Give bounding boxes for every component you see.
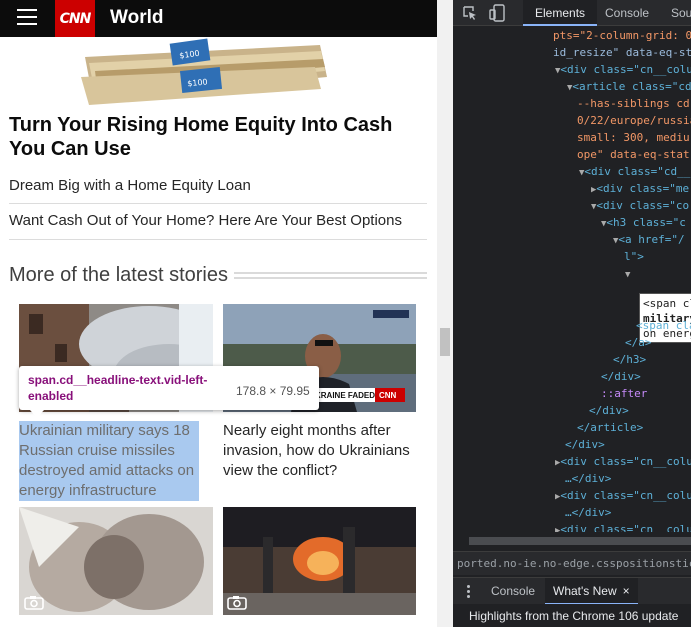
- camera-icon: [227, 596, 247, 610]
- dom-node-line[interactable]: pts="2-column-grid: 0: [553, 27, 691, 44]
- dom-node-line[interactable]: </article>: [577, 419, 643, 436]
- promo-headline[interactable]: Turn Your Rising Home Equity Into Cash Y…: [9, 113, 419, 161]
- story-thumbnail-gallery-2[interactable]: [223, 507, 416, 615]
- dom-node-line[interactable]: …</div>: [565, 470, 611, 487]
- latest-stories-heading: More of the latest stories: [9, 264, 228, 286]
- page-scrollbar-thumb[interactable]: [440, 328, 450, 356]
- dom-node-line[interactable]: …</div>: [565, 504, 611, 521]
- drawer-tab-whats-new-label: What's New: [553, 584, 617, 598]
- inspect-element-icon[interactable]: [462, 5, 478, 21]
- story-headline-eight-months[interactable]: Nearly eight months after invasion, how …: [223, 421, 413, 481]
- dom-breadcrumb[interactable]: ported.no-ie.no-edge.csspositionstickys: [453, 551, 691, 575]
- promo-link-cash-out[interactable]: Want Cash Out of Your Home? Here Are You…: [9, 211, 427, 231]
- close-icon[interactable]: ×: [623, 584, 630, 598]
- cnn-page: CNN World $100 $100 Turn Your Rising Hom…: [0, 0, 437, 627]
- devtools-panel: Elements Console Sou pts="2-column-grid:…: [453, 0, 691, 627]
- dom-node-line[interactable]: </div>: [601, 368, 641, 385]
- dom-node-line[interactable]: ::after: [601, 385, 647, 402]
- device-toolbar-icon[interactable]: [489, 4, 505, 22]
- dom-preview-line: <span cl: [643, 297, 691, 310]
- money-stack-image[interactable]: $100 $100: [75, 37, 335, 105]
- whats-new-highlight: Highlights from the Chrome 106 update: [469, 609, 679, 623]
- section-title[interactable]: World: [110, 7, 163, 29]
- tab-elements[interactable]: Elements: [523, 0, 598, 26]
- tooltip-arrow: [30, 410, 44, 418]
- svg-text:CNN: CNN: [379, 391, 397, 400]
- dom-node-line[interactable]: 0/22/europe/russia: [577, 112, 691, 129]
- dom-node-line[interactable]: id_resize" data-eq-st: [553, 44, 691, 61]
- camera-icon: [24, 596, 44, 610]
- dom-node-line[interactable]: </h3>: [613, 351, 646, 368]
- dom-node-line[interactable]: </div>: [565, 436, 605, 453]
- drawer-tab-console[interactable]: Console: [491, 578, 535, 605]
- drawer-tab-whats-new[interactable]: What's New ×: [545, 578, 638, 605]
- story-headline-ukrainian-military[interactable]: Ukrainian military says 18 Russian cruis…: [19, 421, 199, 501]
- dom-node-line[interactable]: ope" data-eq-stat: [577, 146, 690, 163]
- dom-horizontal-scrollbar[interactable]: [453, 533, 691, 549]
- dom-node-line[interactable]: ▼: [625, 265, 630, 284]
- drawer-tab-bar: Console What's New ×: [453, 577, 691, 605]
- dom-scrollbar-thumb[interactable]: [469, 537, 691, 545]
- heading-rule: [234, 272, 427, 279]
- tooltip-selector: span.cd__headline-text.vid-left-enabled: [28, 373, 208, 403]
- tooltip-size: 178.8 × 79.95: [236, 384, 310, 398]
- element-inspect-tooltip: span.cd__headline-text.vid-left-enabled …: [19, 366, 319, 410]
- story-thumbnail-gallery-1[interactable]: [19, 507, 213, 615]
- site-header: CNN World: [0, 0, 437, 37]
- tab-sources[interactable]: Sou: [671, 0, 691, 26]
- devtools-toolbar: Elements Console Sou: [453, 0, 691, 26]
- dom-node-line[interactable]: l">: [624, 248, 644, 265]
- drawer-menu-icon[interactable]: [467, 585, 470, 598]
- cnn-logo[interactable]: CNN: [55, 0, 95, 37]
- dom-node-line[interactable]: --has-siblings cd-: [577, 95, 691, 112]
- page-scrollbar[interactable]: [437, 0, 453, 627]
- dom-node-line[interactable]: ▶<div class="cn colu: [555, 521, 691, 532]
- divider: [9, 239, 427, 240]
- tab-console[interactable]: Console: [605, 0, 649, 26]
- dom-tree[interactable]: pts="2-column-grid: 0 id_resize" data-eq…: [453, 27, 691, 532]
- promo-link-home-equity-loan[interactable]: Dream Big with a Home Equity Loan: [9, 176, 427, 196]
- hamburger-menu-icon[interactable]: [17, 9, 37, 27]
- drawer-body: Highlights from the Chrome 106 update: [453, 604, 691, 627]
- dom-node-line[interactable]: <span cla: [636, 317, 691, 334]
- dom-node-line[interactable]: </div>: [589, 402, 629, 419]
- dom-node-line[interactable]: small: 300, mediu: [577, 129, 690, 146]
- dom-node-line[interactable]: </a>: [625, 334, 652, 351]
- divider: [9, 203, 427, 204]
